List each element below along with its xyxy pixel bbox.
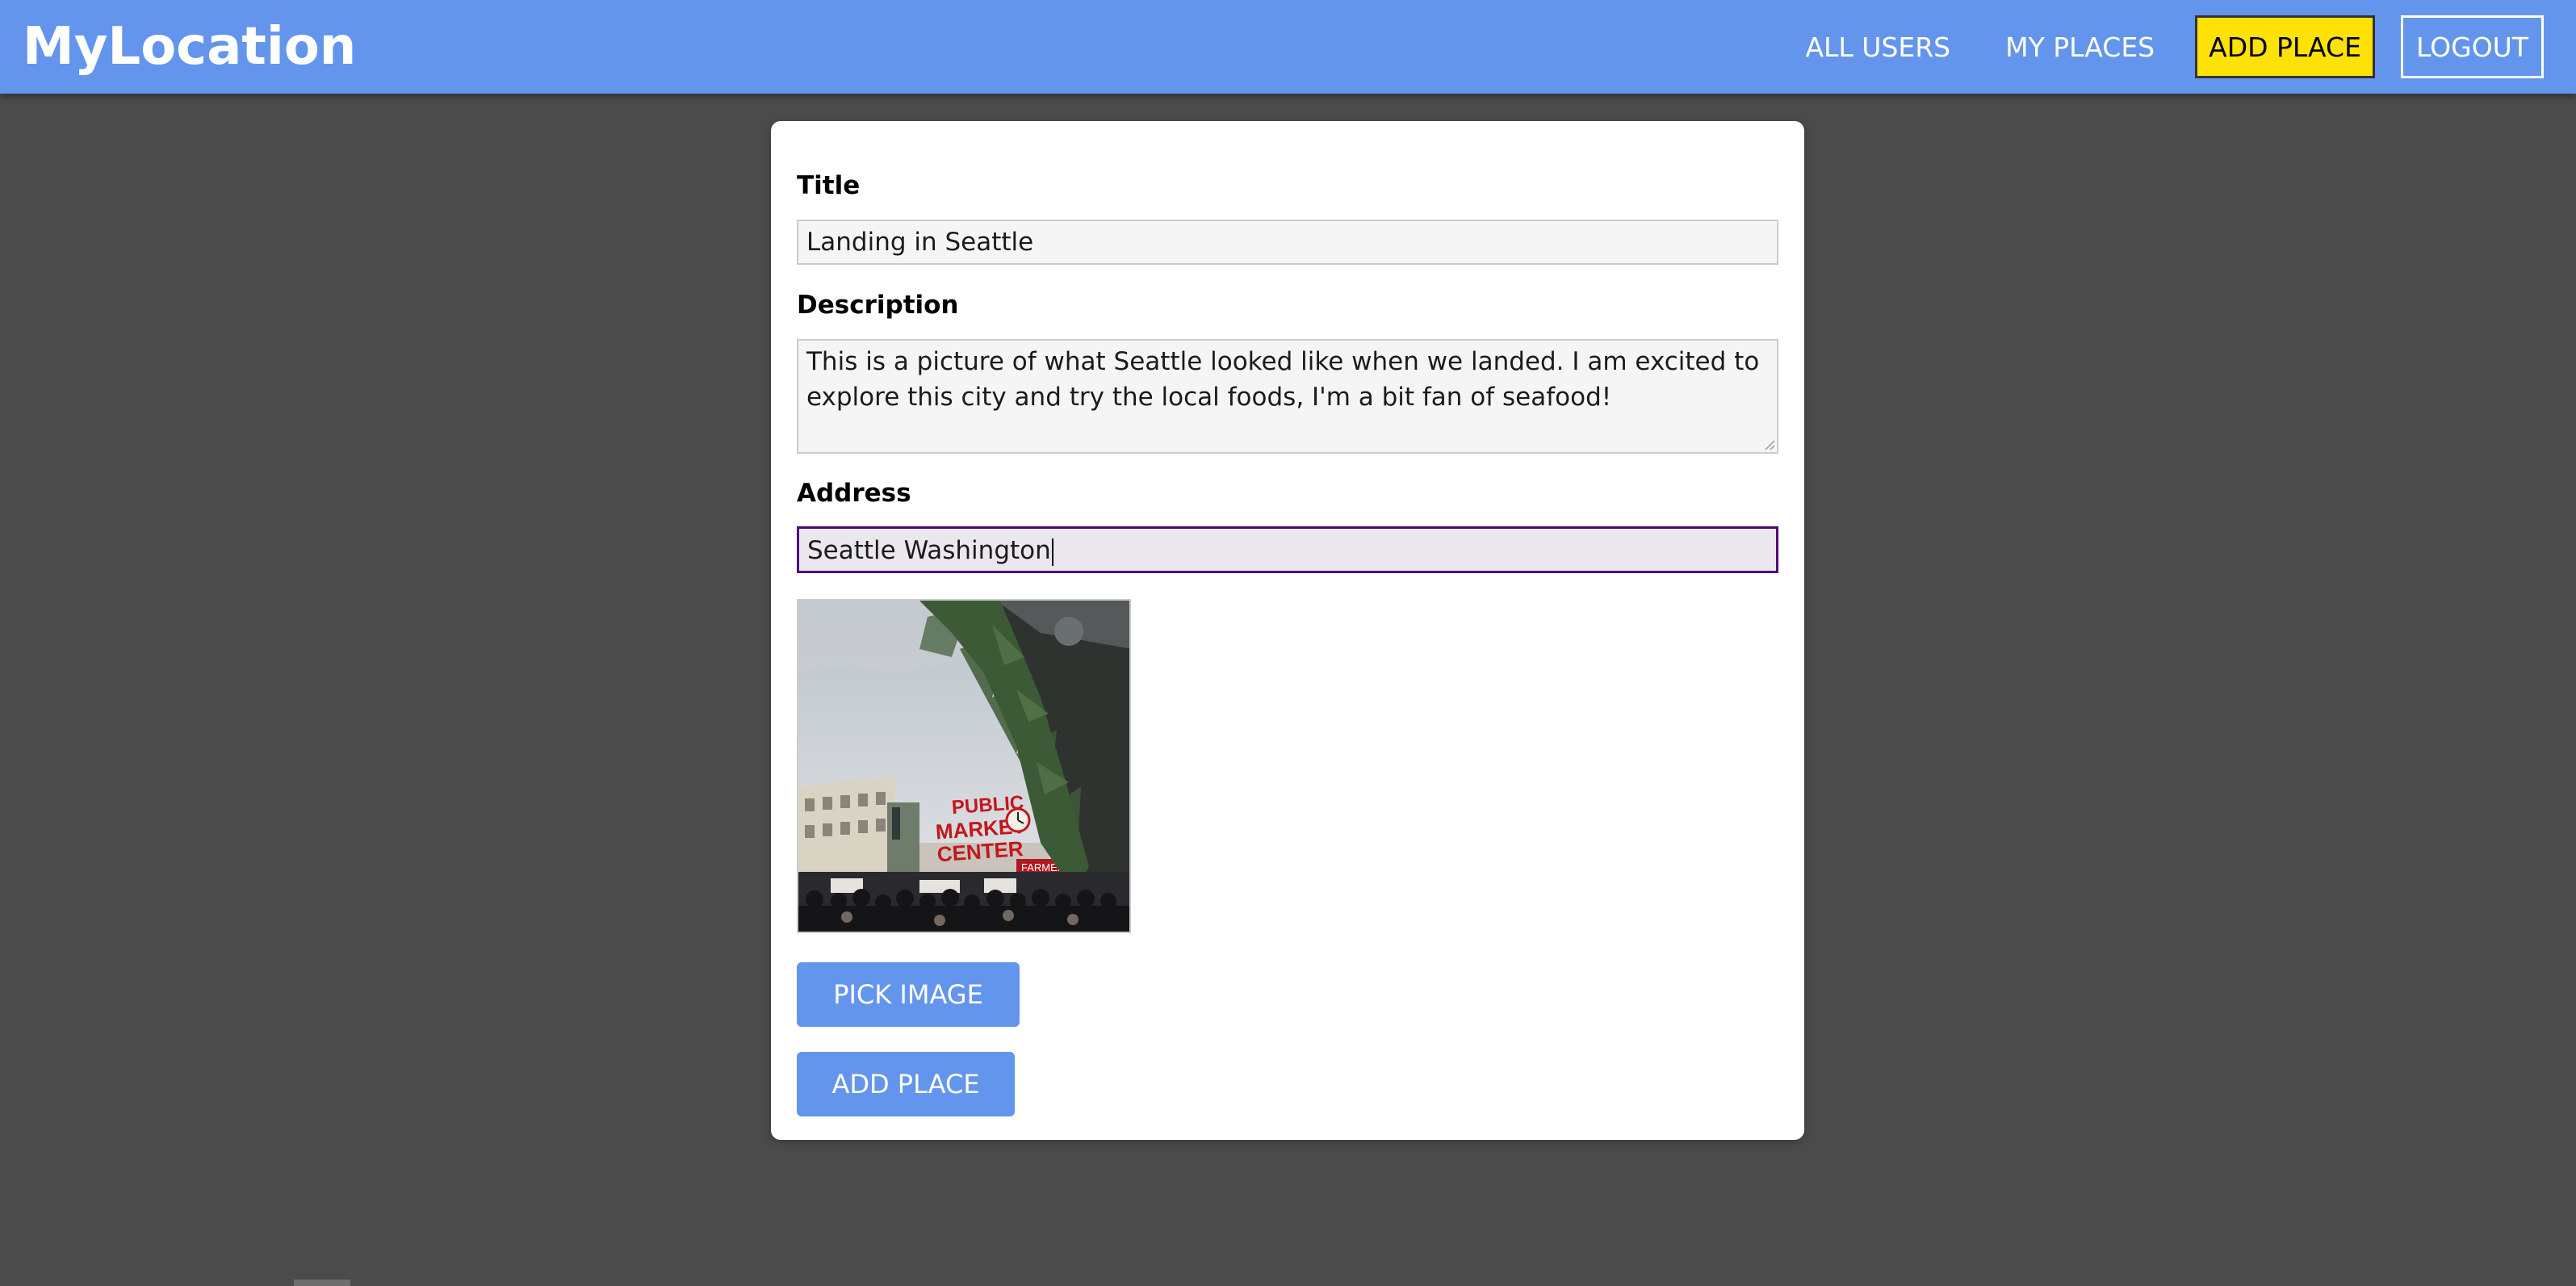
description-textarea-value: This is a picture of what Seattle looked… — [806, 347, 1760, 412]
pick-image-button[interactable]: PICK IMAGE — [797, 962, 1020, 1027]
brand-logo[interactable]: MyLocation — [23, 17, 356, 77]
address-input[interactable]: Seattle Washington — [797, 526, 1778, 573]
address-input-value: Seattle Washington — [807, 536, 1051, 565]
resize-handle-icon[interactable] — [1762, 438, 1775, 450]
description-textarea[interactable]: This is a picture of what Seattle looked… — [797, 339, 1778, 454]
nav-add-place[interactable]: ADD PLACE — [2195, 15, 2375, 78]
horizontal-scrollbar-thumb[interactable] — [294, 1280, 350, 1286]
nav-all-users[interactable]: ALL USERS — [1805, 34, 1950, 61]
address-label: Address — [797, 479, 911, 508]
add-place-form: Title Landing in Seattle Description Thi… — [771, 121, 1804, 1140]
main-nav: ALL USERS MY PLACES ADD PLACE LOGOUT — [1805, 0, 2544, 94]
add-place-submit-button[interactable]: ADD PLACE — [797, 1052, 1015, 1116]
text-caret — [1051, 538, 1053, 566]
seattle-market-photo: PUBLIC MARKET CENTER FARMERS M — [798, 601, 1129, 932]
nav-my-places[interactable]: MY PLACES — [2005, 34, 2155, 61]
logout-button[interactable]: LOGOUT — [2400, 15, 2544, 78]
description-label: Description — [797, 291, 959, 320]
title-label: Title — [797, 171, 861, 200]
title-input[interactable]: Landing in Seattle — [797, 220, 1778, 265]
image-preview: PUBLIC MARKET CENTER FARMERS M — [797, 599, 1131, 933]
title-input-value: Landing in Seattle — [806, 228, 1034, 257]
app-header: MyLocation ALL USERS MY PLACES ADD PLACE… — [0, 0, 2576, 94]
